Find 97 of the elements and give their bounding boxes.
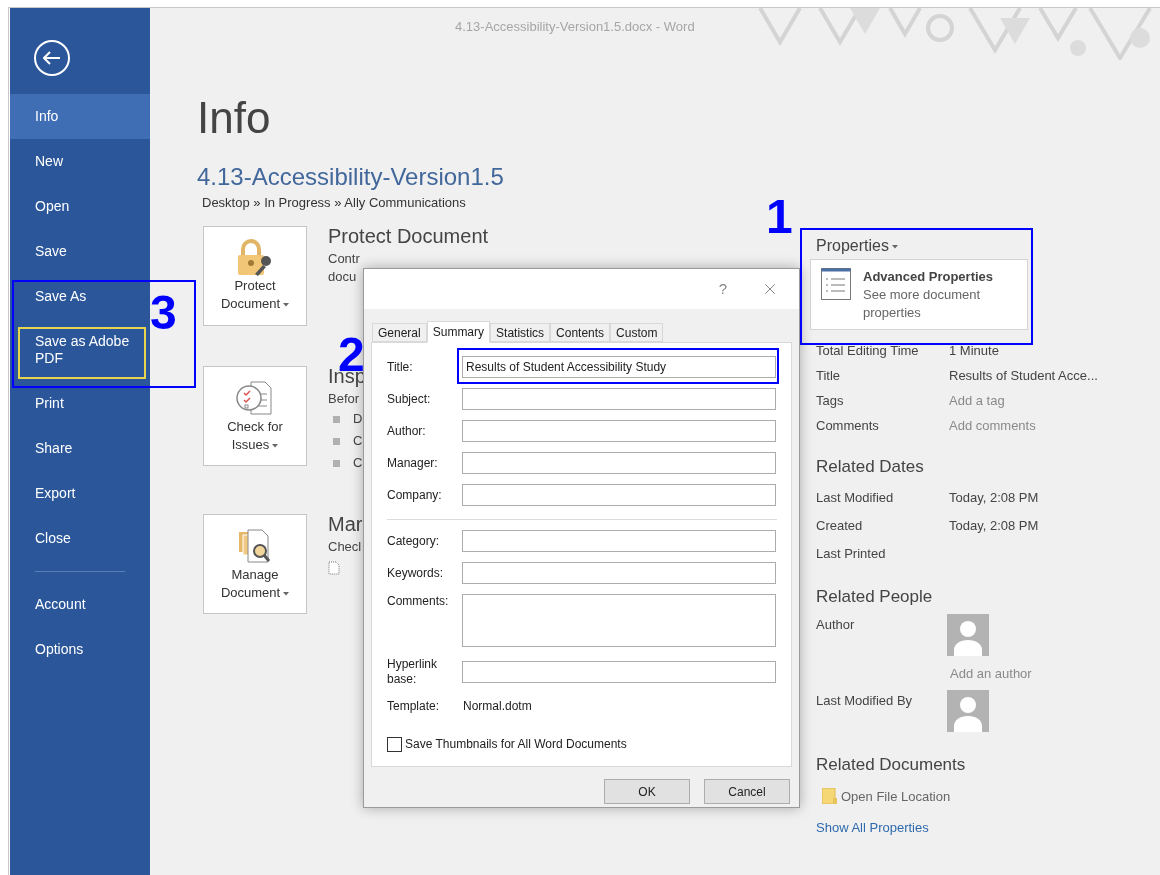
bullet-text: D bbox=[353, 410, 363, 429]
section-heading: Related Dates bbox=[816, 456, 925, 478]
property-label: Last Modified By bbox=[816, 691, 914, 710]
properties-dropdown[interactable]: Properties bbox=[816, 236, 898, 256]
bullet-text: C bbox=[353, 432, 363, 451]
caret-icon bbox=[283, 302, 290, 307]
field-label: Title: bbox=[387, 359, 414, 375]
checkbox[interactable] bbox=[387, 736, 402, 752]
field-label: Hyperlink base: bbox=[387, 657, 438, 687]
checklist-icon bbox=[235, 378, 275, 418]
menu-item[interactable]: Export bbox=[10, 471, 150, 516]
section-tile-button[interactable]: Protect Document bbox=[203, 226, 307, 326]
dialog-tab[interactable]: Summary bbox=[426, 321, 491, 343]
show-all-properties-link[interactable]: Show All Properties bbox=[816, 818, 1160, 838]
field-label: Subject: bbox=[387, 391, 432, 407]
menu-item[interactable]: Save as Adobe PDF bbox=[10, 319, 150, 381]
property-label: Created bbox=[816, 517, 864, 536]
property-label: Comments bbox=[816, 416, 880, 435]
property-value: Today, 2:08 PM bbox=[949, 517, 1039, 536]
menu-item[interactable]: Options bbox=[10, 627, 150, 672]
advanced-properties-title: Advanced Properties bbox=[863, 268, 995, 286]
bullet-icon bbox=[333, 415, 340, 423]
person-silhouette-icon bbox=[947, 689, 989, 732]
caret-icon bbox=[272, 443, 279, 448]
property-value: Results of Student Acce... bbox=[949, 366, 1098, 385]
section-heading: Mar bbox=[328, 512, 363, 537]
field-label: Company: bbox=[387, 487, 443, 503]
template-value: Normal.dotm bbox=[463, 698, 532, 715]
page-heading: Info bbox=[197, 92, 272, 144]
bullet-icon bbox=[333, 459, 340, 467]
section-description: Befor bbox=[328, 390, 361, 408]
window-title: 4.13-Accessibility-Version1.5.docx - Word bbox=[455, 18, 695, 37]
menu-item[interactable]: Account bbox=[10, 582, 150, 627]
checkbox-label: Save Thumbnails for All Word Documents bbox=[405, 736, 627, 753]
field-label: Category: bbox=[387, 533, 441, 549]
property-label: Author bbox=[816, 616, 856, 634]
property-label: Last Printed bbox=[816, 545, 887, 564]
caret-icon bbox=[283, 591, 290, 596]
field-label: Manager: bbox=[387, 455, 439, 471]
field-label: Comments: bbox=[387, 594, 450, 609]
input-field[interactable] bbox=[462, 661, 776, 683]
menu-item[interactable]: New bbox=[10, 139, 150, 184]
field-label: Author: bbox=[387, 423, 427, 439]
section-description: docu bbox=[328, 268, 358, 286]
breadcrumb: Desktop » In Progress » Ally Communications bbox=[202, 195, 467, 211]
property-label: Last Modified bbox=[816, 489, 895, 508]
input-field[interactable] bbox=[462, 562, 776, 584]
input-field[interactable] bbox=[462, 420, 776, 442]
property-value: Today, 2:08 PM bbox=[949, 489, 1039, 508]
section-tile-button[interactable]: Manage Document bbox=[203, 514, 307, 614]
field-label: Keywords: bbox=[387, 565, 445, 581]
help-button[interactable]: ? bbox=[718, 277, 727, 301]
menu-item[interactable]: Save As bbox=[10, 274, 150, 319]
dialog-tab[interactable]: Custom bbox=[610, 323, 664, 342]
menu-item[interactable]: Close bbox=[10, 516, 150, 561]
section-heading: Related People bbox=[816, 586, 934, 608]
input-field[interactable] bbox=[462, 452, 776, 474]
section-heading: Protect Document bbox=[328, 224, 489, 249]
property-label: Title bbox=[816, 366, 842, 385]
dialog-tab[interactable]: General bbox=[372, 323, 427, 342]
annotation-number: 1 bbox=[766, 192, 793, 242]
section-tile-button[interactable]: Check for Issues bbox=[203, 366, 307, 466]
section-description: Checl bbox=[328, 538, 363, 556]
back-arrow-icon bbox=[43, 51, 61, 65]
menu-item[interactable]: Open bbox=[10, 184, 150, 229]
dialog-tab[interactable]: Statistics bbox=[490, 323, 551, 342]
menu-item[interactable]: Save bbox=[10, 229, 150, 274]
menu-item[interactable]: Share bbox=[10, 426, 150, 471]
input-field[interactable] bbox=[462, 530, 776, 552]
dialog-button[interactable]: OK bbox=[604, 779, 690, 804]
document-icon bbox=[328, 561, 340, 575]
list-window-icon bbox=[821, 268, 851, 300]
dialog-tab[interactable]: Contents bbox=[550, 323, 611, 342]
input-field[interactable] bbox=[462, 388, 776, 410]
open-file-location-link[interactable]: Open File Location bbox=[841, 786, 951, 806]
menu-item[interactable]: Info bbox=[10, 94, 150, 139]
bullet-icon bbox=[333, 437, 340, 445]
field-label: Template: bbox=[387, 698, 441, 714]
property-label: Tags bbox=[816, 391, 845, 410]
advanced-properties-item[interactable]: Advanced Properties See more document properties bbox=[810, 259, 1028, 330]
folder-icon bbox=[822, 788, 837, 805]
section-heading: Related Documents bbox=[816, 753, 967, 776]
section-description: Contr bbox=[328, 250, 361, 268]
bullet-text: C bbox=[353, 454, 363, 473]
menu-item[interactable]: Print bbox=[10, 381, 150, 426]
caret-icon bbox=[891, 244, 898, 249]
person-silhouette-icon bbox=[947, 614, 989, 656]
input-field[interactable]: Results of Student Accessibility Study bbox=[462, 356, 776, 378]
advanced-properties-description: See more document properties bbox=[863, 286, 982, 322]
document-title: 4.13-Accessibility-Version1.5 bbox=[197, 162, 505, 192]
back-button[interactable] bbox=[34, 40, 70, 76]
property-value: 1 Minute bbox=[949, 341, 999, 360]
dialog-button[interactable]: Cancel bbox=[704, 779, 790, 804]
property-label: Total Editing Time bbox=[816, 341, 920, 360]
input-field[interactable] bbox=[462, 484, 776, 506]
comments-field[interactable] bbox=[462, 594, 776, 647]
annotation-number: 3 bbox=[150, 288, 177, 338]
